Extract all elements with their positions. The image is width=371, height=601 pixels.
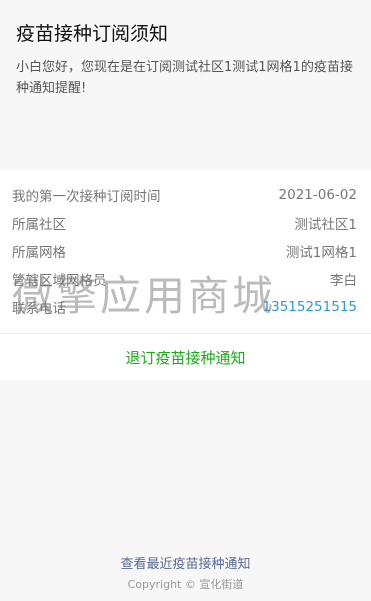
info-value: 测试社区1 bbox=[294, 217, 357, 233]
info-row-subscription-time: 我的第一次接种订阅时间 2021-06-02 bbox=[12, 181, 357, 209]
subscription-description: 小白您好，您现在是在订阅测试社区1测试1网格1的疫苗接种通知提醒! bbox=[16, 60, 353, 96]
info-label: 我的第一次接种订阅时间 bbox=[12, 189, 161, 205]
unsubscribe-button[interactable]: 退订疫苗接种通知 bbox=[0, 333, 371, 380]
info-value: 2021-06-02 bbox=[278, 187, 357, 203]
info-label: 联系电话 bbox=[12, 301, 66, 317]
info-row-grid: 所属网格 测试1网格1 bbox=[12, 237, 357, 265]
info-row-phone: 联系电话 13515251515 bbox=[12, 293, 357, 321]
info-value: 李白 bbox=[330, 273, 357, 289]
info-label: 管辖区域网格员 bbox=[12, 273, 107, 289]
info-value: 测试1网格1 bbox=[285, 245, 357, 261]
phone-link[interactable]: 13515251515 bbox=[263, 299, 357, 315]
info-row-community: 所属社区 测试社区1 bbox=[12, 209, 357, 237]
footer: 查看最近疫苗接种通知 Copyright © 宣化街道 bbox=[0, 555, 371, 594]
page: 疫苗接种订阅须知 小白您好，您现在是在订阅测试社区1测试1网格1的疫苗接种通知提… bbox=[0, 0, 371, 601]
copyright: Copyright © 宣化街道 bbox=[127, 578, 244, 591]
info-row-grid-officer: 管辖区域网格员 李白 bbox=[12, 265, 357, 293]
info-label: 所属社区 bbox=[12, 217, 66, 233]
header: 疫苗接种订阅须知 小白您好，您现在是在订阅测试社区1测试1网格1的疫苗接种通知提… bbox=[0, 0, 371, 170]
info-label: 所属网格 bbox=[12, 245, 66, 261]
recent-notifications-link[interactable]: 查看最近疫苗接种通知 bbox=[0, 555, 371, 575]
subscription-info-list: 我的第一次接种订阅时间 2021-06-02 所属社区 测试社区1 所属网格 测… bbox=[0, 170, 371, 333]
unsubscribe-button-label: 退订疫苗接种通知 bbox=[125, 348, 246, 367]
page-title: 疫苗接种订阅须知 bbox=[16, 23, 169, 45]
